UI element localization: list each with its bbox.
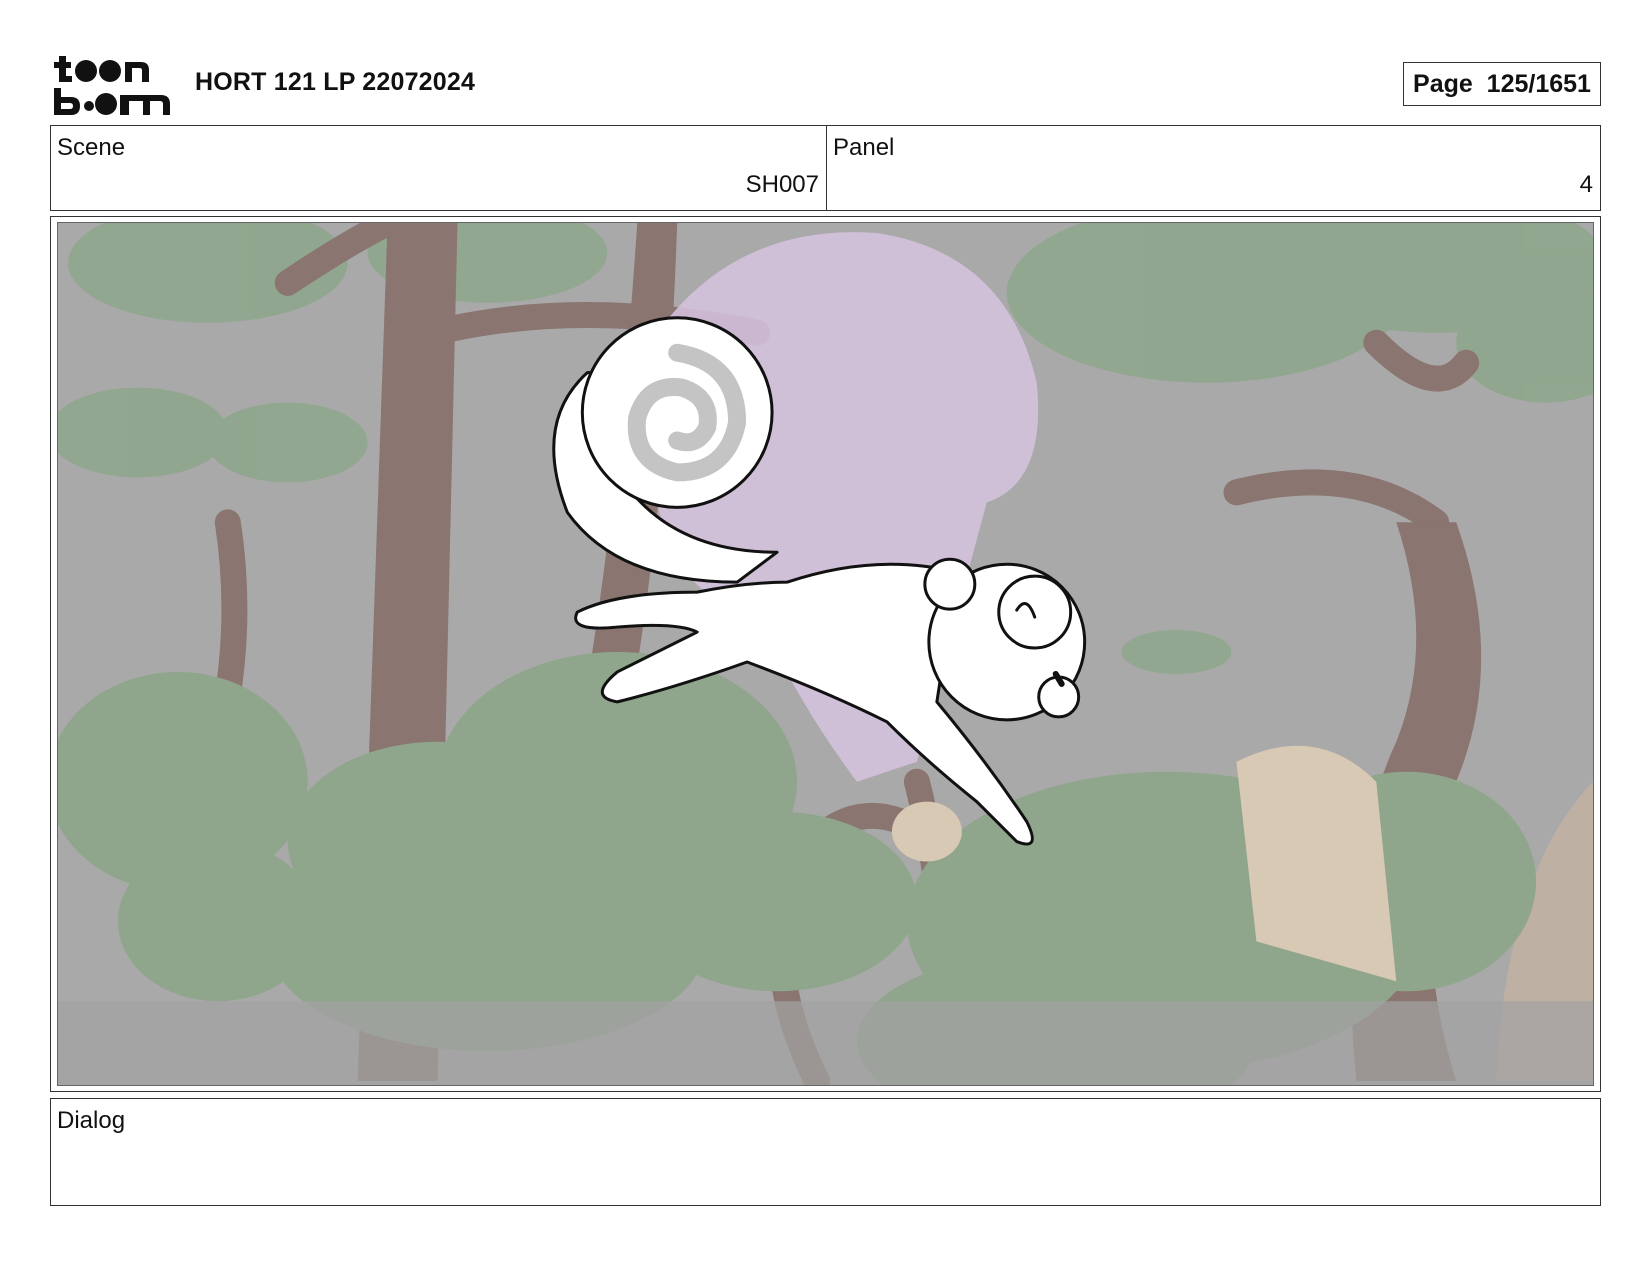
document-title: HORT 121 LP 22072024 <box>195 68 476 96</box>
dialog-label: Dialog <box>57 1107 126 1134</box>
storyboard-frame <box>50 216 1601 1092</box>
jungle-scene-illustration <box>58 223 1593 1085</box>
dialog-box: Dialog <box>50 1098 1601 1206</box>
scene-cell: Scene SH007 <box>51 126 827 210</box>
page-number: Page 125/1651 <box>1403 62 1601 106</box>
toonboom-logo <box>54 56 170 115</box>
storyboard-image <box>57 222 1594 1086</box>
panel-info-row: Scene SH007 Panel 4 <box>50 125 1601 211</box>
scene-label: Scene <box>57 134 126 161</box>
panel-cell: Panel 4 <box>827 126 1600 210</box>
panel-value: 4 <box>1579 171 1593 198</box>
scene-value: SH007 <box>745 171 819 198</box>
panel-label: Panel <box>833 134 895 161</box>
